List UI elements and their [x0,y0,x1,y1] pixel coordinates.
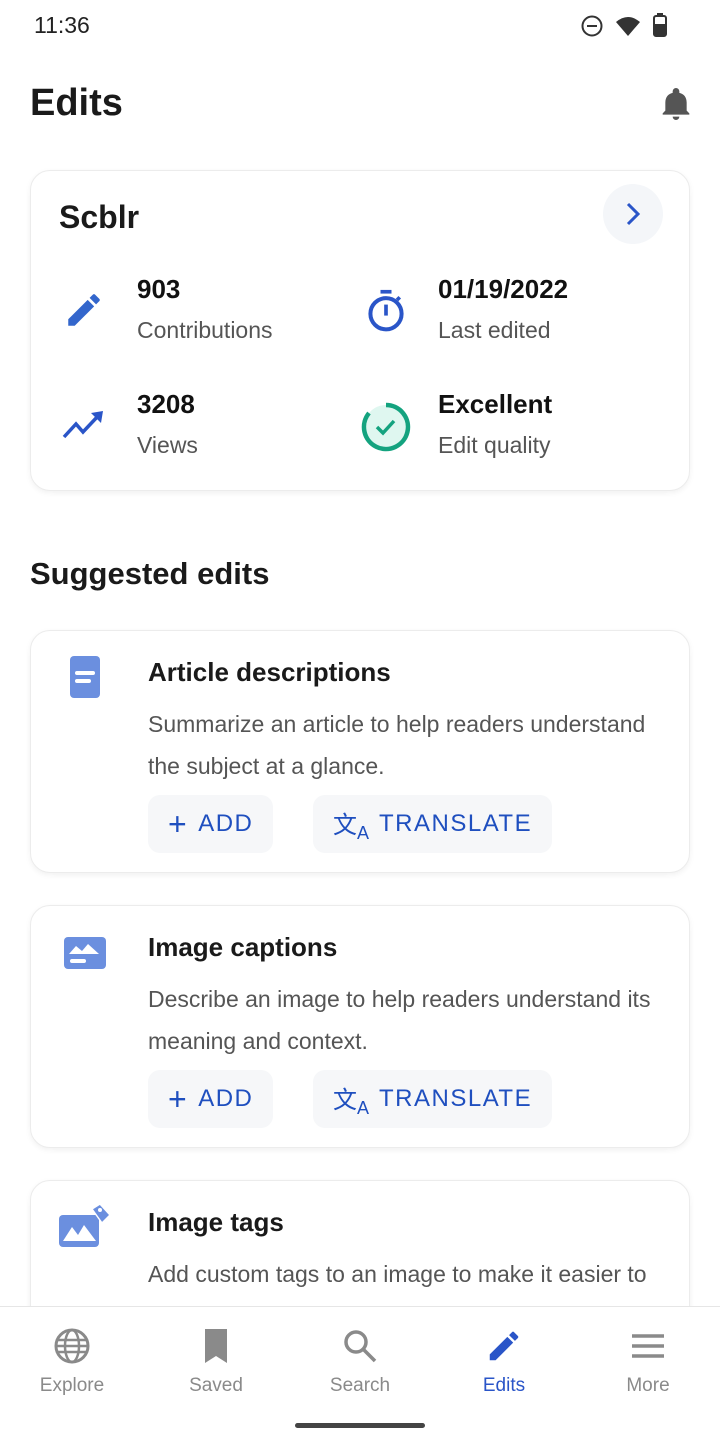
profile-card: Scblr 903 Contributions 01/19/2022 Last … [30,170,690,491]
username: Scblr [59,199,140,235]
add-button[interactable]: + ADD [148,795,274,853]
translate-icon: 文A [333,811,370,843]
nav-saved[interactable]: Saved [144,1327,288,1397]
menu-icon [632,1334,664,1358]
translate-icon: 文A [333,1086,370,1118]
nav-label: Edits [482,1375,526,1396]
card-description: Summarize an article to help readers und… [148,711,646,779]
plus-icon: + [168,1081,189,1117]
globe-icon [54,1328,90,1364]
nav-search[interactable]: Search [288,1327,432,1397]
suggested-card-article-descriptions[interactable]: Article descriptions Summarize an articl… [30,630,690,873]
stat-label: Edit quality [438,432,551,458]
translate-label: TRANSLATE [379,1085,533,1112]
card-title: Article descriptions [148,657,391,687]
search-icon [344,1330,377,1363]
status-time: 11:36 [34,12,90,38]
pencil-icon [68,294,100,326]
stat-value: Excellent [438,389,553,419]
nav-more[interactable]: More [576,1327,720,1397]
stat-label: Last edited [438,317,551,343]
nav-label: Explore [39,1375,105,1396]
stat-value: 903 [137,274,181,304]
wifi-icon [616,17,640,36]
status-bar: 11:36 [0,0,720,52]
document-icon [70,656,100,698]
nav-edits[interactable]: Edits [432,1327,576,1397]
nav-label: Search [329,1375,391,1396]
add-button[interactable]: + ADD [148,1070,274,1128]
translate-label: TRANSLATE [379,810,533,837]
profile-chevron-button[interactable] [603,184,663,244]
check-circle-icon [361,402,411,452]
bell-icon[interactable] [660,86,692,122]
bottom-navigation: Explore Saved Search Edits More [0,1306,720,1440]
card-title: Image tags [148,1207,284,1237]
plus-icon: + [168,806,189,842]
translate-button[interactable]: 文A TRANSLATE [313,795,553,853]
bookmark-icon [205,1329,227,1363]
stat-label: Contributions [137,317,273,343]
do-not-disturb-icon [581,15,603,37]
stat-value: 3208 [137,389,195,419]
page-title: Edits [30,82,123,124]
image-caption-icon [64,937,106,969]
image-tag-icon [59,1203,112,1247]
nav-label: Saved [189,1375,243,1396]
pencil-icon [489,1331,519,1361]
nav-label: More [626,1375,670,1396]
suggested-card-image-captions[interactable]: Image captions Describe an image to help… [30,905,690,1148]
stat-label: Views [137,432,198,458]
home-indicator[interactable] [295,1423,425,1428]
card-description: Describe an image to help readers unders… [148,986,651,1054]
stat-value: 01/19/2022 [438,274,569,304]
chevron-right-icon [626,202,641,226]
stopwatch-icon [368,289,404,332]
card-title: Image captions [148,932,338,962]
section-title: Suggested edits [30,556,270,591]
trending-up-icon [62,411,103,439]
add-label: ADD [198,1085,254,1112]
nav-explore[interactable]: Explore [0,1327,144,1397]
battery-icon [653,13,667,37]
translate-button[interactable]: 文A TRANSLATE [313,1070,553,1128]
add-label: ADD [198,810,254,837]
